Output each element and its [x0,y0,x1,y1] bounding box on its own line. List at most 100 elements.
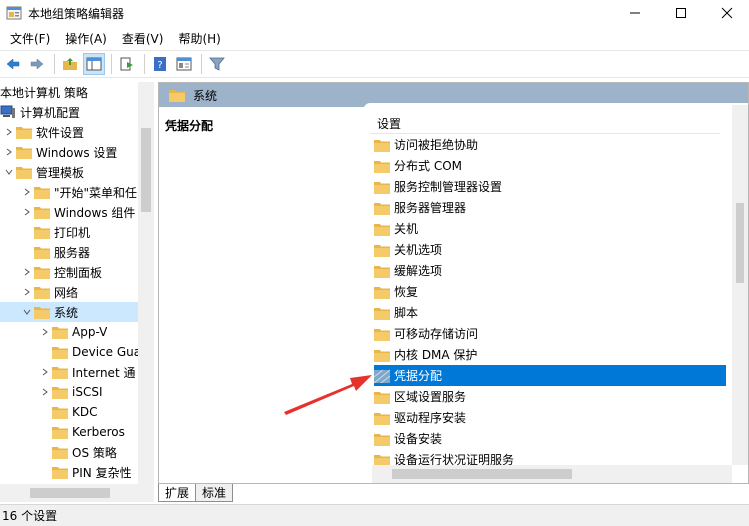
tree-expander[interactable] [20,222,34,242]
settings-list-item[interactable]: 内核 DMA 保护 [374,344,726,365]
help-button[interactable]: ? [149,53,171,75]
settings-list-item[interactable]: 凭据分配 [374,365,726,386]
tree-item[interactable]: PIN 复杂性 [0,462,140,482]
tree-expander[interactable] [38,322,52,342]
chevron-right-icon [42,388,48,396]
tree-item[interactable]: 打印机 [0,222,140,242]
tab-extended[interactable]: 扩展 [158,484,197,502]
settings-list-item[interactable]: 区域设置服务 [374,386,726,407]
tree-item[interactable]: Windows 设置 [0,142,140,162]
tree-item[interactable]: Windows 组件 [0,202,140,222]
tree-item[interactable]: Internet 通 [0,362,140,382]
tree-horizontal-scrollbar[interactable] [0,484,154,502]
settings-list-item[interactable]: 服务控制管理器设置 [374,176,726,197]
tree-item[interactable]: Kerberos [0,422,140,442]
filter-button[interactable] [206,53,228,75]
settings-list-item[interactable]: 恢复 [374,281,726,302]
tree-expander[interactable] [38,422,52,442]
list-horizontal-scrollbar[interactable] [372,465,732,483]
back-button[interactable] [2,53,24,75]
folder-icon [52,387,68,399]
maximize-button[interactable] [658,0,704,26]
tree-expander[interactable] [38,442,52,462]
tree-item-label: Windows 设置 [36,145,118,160]
show-hide-tree-button[interactable] [83,53,105,75]
folder-icon [374,244,390,257]
tree-expander[interactable] [2,162,16,182]
properties-button[interactable] [173,53,195,75]
tree-vertical-scrollbar[interactable] [138,82,154,484]
tree-item[interactable]: 控制面板 [0,262,140,282]
tree-expander[interactable] [20,302,34,322]
settings-list-item[interactable]: 驱动程序安装 [374,407,726,428]
tree-item[interactable]: KDC [0,402,140,422]
minimize-button[interactable] [612,0,658,26]
folder-icon [374,412,390,425]
folder-icon [16,127,32,139]
up-folder-button[interactable] [59,53,81,75]
export-list-button[interactable] [116,53,138,75]
settings-list-item[interactable]: 脚本 [374,302,726,323]
tree-item[interactable]: 网络 [0,282,140,302]
tree-expander[interactable] [20,262,34,282]
tree-item[interactable]: 计算机配置 [0,102,140,122]
group-policy-app-icon [6,6,22,20]
tree-expander[interactable] [20,202,34,222]
scrollbar-thumb[interactable] [736,203,744,283]
menu-help[interactable]: 帮助(H) [172,28,226,49]
svg-text:?: ? [157,60,162,71]
tree-pane[interactable]: 本地计算机 策略 计算机配置 软件设置 Windows 设置管理模板 "开始"菜单和任 W… [0,82,154,502]
menu-view[interactable]: 查看(V) [116,28,170,49]
tree-expander[interactable] [38,402,52,422]
tree-expander[interactable] [20,282,34,302]
folder-icon [34,287,50,299]
settings-list-item[interactable]: 服务器管理器 [374,197,726,218]
settings-list-item[interactable]: 访问被拒绝协助 [374,134,726,155]
settings-list-item[interactable]: 缓解选项 [374,260,726,281]
folder-icon [34,267,50,279]
scrollbar-thumb[interactable] [392,469,572,479]
tree-item[interactable]: iSCSI [0,382,140,402]
tree-item[interactable]: 管理模板 [0,162,140,182]
tree-expander[interactable] [38,362,52,382]
tree-item[interactable]: 系统 [0,302,140,322]
settings-list-item[interactable]: 可移动存储访问 [374,323,726,344]
folder-icon [374,307,390,320]
tree-item[interactable]: "开始"菜单和任 [0,182,140,202]
column-header-setting[interactable]: 设置 [377,115,401,132]
settings-list-item[interactable]: 关机选项 [374,239,726,260]
tree-item[interactable]: Device Gua [0,342,140,362]
settings-list-item[interactable]: 设备安装 [374,428,726,449]
tree-expander[interactable] [38,382,52,402]
scrollbar-thumb[interactable] [30,488,110,498]
folder-icon [34,227,50,239]
tree-expander[interactable] [2,122,16,142]
settings-list-item[interactable]: 分布式 COM [374,155,726,176]
settings-list-item-label: 服务器管理器 [394,201,467,215]
tree-expander[interactable] [2,142,16,162]
settings-list-item-label: 分布式 COM [394,159,462,173]
menu-file[interactable]: 文件(F) [4,28,56,49]
tree-item[interactable]: OS 策略 [0,442,140,462]
tree-item-label: 打印机 [54,225,91,240]
tree-expander[interactable] [20,242,34,262]
tree-item[interactable]: 本地计算机 策略 [0,82,140,102]
settings-list-item[interactable]: 关机 [374,218,726,239]
forward-button[interactable] [26,53,48,75]
tree-item-label: 系统 [54,305,79,320]
tree-item[interactable]: App-V [0,322,140,342]
scrollbar-thumb[interactable] [141,128,151,212]
tree-expander[interactable] [38,462,52,482]
settings-list-item-label: 可移动存储访问 [394,327,479,341]
close-button[interactable] [704,0,749,26]
menu-action[interactable]: 操作(A) [59,28,113,49]
tree-item[interactable]: 服务器 [0,242,140,262]
export-list-icon [120,57,133,71]
tree-expander[interactable] [20,182,34,202]
tree-expander[interactable] [38,342,52,362]
list-vertical-scrollbar[interactable] [732,105,748,465]
folder-icon [169,90,185,102]
tab-standard[interactable]: 标准 [195,484,234,502]
tree-item[interactable]: 软件设置 [0,122,140,142]
details-pane: 系统 凭据分配 设置 访问被拒绝协助 分布式 COM 服务控制管理器设置 服务器管理器… [158,82,749,484]
